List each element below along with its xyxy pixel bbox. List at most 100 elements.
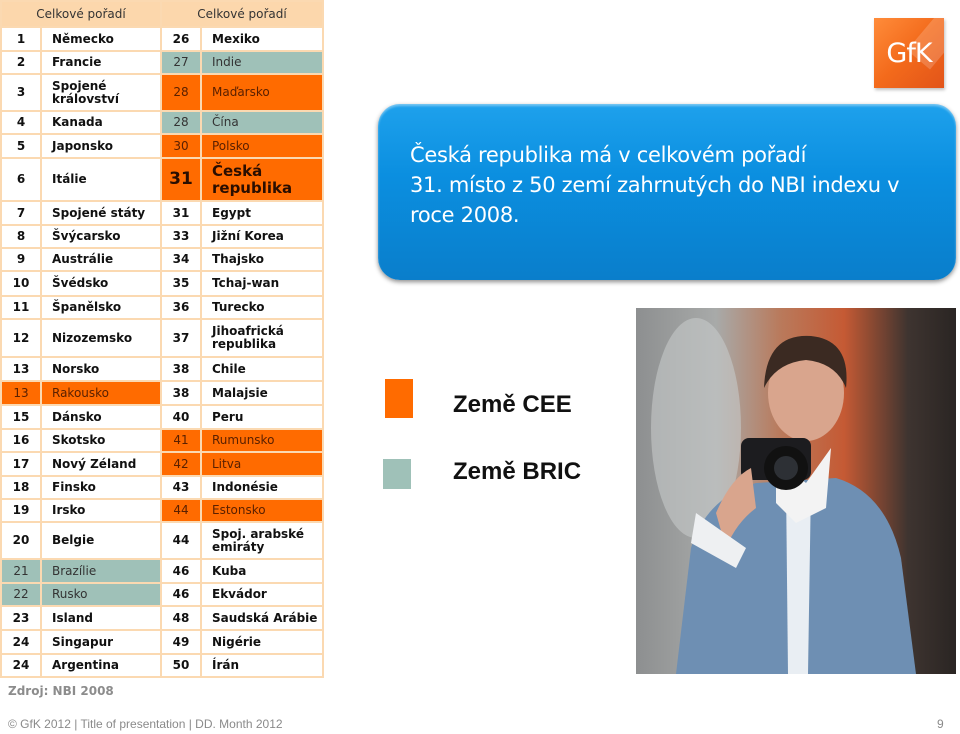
left-rank: 4	[0, 110, 42, 135]
right-country: Kuba	[200, 558, 324, 584]
right-rank: 46	[160, 558, 202, 584]
table-row: 15 Dánsko 40 Peru	[0, 404, 324, 430]
left-rank: 19	[0, 498, 42, 523]
right-rank: 31	[160, 157, 202, 202]
right-rank: 28	[160, 73, 202, 112]
left-country: Rusko	[40, 582, 162, 607]
left-country: Austrálie	[40, 247, 162, 272]
callout-box: Česká republika má v celkovém pořadí 31.…	[378, 104, 956, 280]
left-rank: 11	[0, 295, 42, 320]
gfk-logo-icon: GfK	[874, 18, 944, 88]
table-row: 17 Nový Zéland 42 Litva	[0, 451, 324, 477]
right-country: Indonésie	[200, 475, 324, 500]
right-country: Jihoafrická republika	[200, 318, 324, 358]
source-note: Zdroj: NBI 2008	[8, 684, 114, 698]
table-row: 9 Austrálie 34 Thajsko	[0, 247, 324, 272]
table-row: 4 Kanada 28 Čína	[0, 110, 324, 135]
left-rank: 16	[0, 428, 42, 453]
callout-line-1: Česká republika má v celkovém pořadí	[410, 143, 807, 167]
right-country: Egypt	[200, 200, 324, 226]
table-row: 19 Irsko 44 Estonsko	[0, 498, 324, 523]
right-rank: 44	[160, 521, 202, 560]
right-rank: 40	[160, 404, 202, 430]
table-row: 13 Rakousko 38 Malajsie	[0, 380, 324, 406]
logo-text: GfK	[886, 37, 932, 69]
table-row: 16 Skotsko 41 Rumunsko	[0, 428, 324, 453]
right-country: Polsko	[200, 133, 324, 159]
right-rank: 42	[160, 451, 202, 477]
right-country: Litva	[200, 451, 324, 477]
table-row: 6 Itálie 31 Česká republika	[0, 157, 324, 202]
right-rank: 30	[160, 133, 202, 159]
right-country: Thajsko	[200, 247, 324, 272]
table-row: 2 Francie 27 Indie	[0, 50, 324, 75]
table-row: 8 Švýcarsko 33 Jižní Korea	[0, 224, 324, 249]
left-rank: 15	[0, 404, 42, 430]
table-row: 24 Singapur 49 Nigérie	[0, 629, 324, 655]
right-country: Čína	[200, 110, 324, 135]
left-country: Francie	[40, 50, 162, 75]
left-country: Itálie	[40, 157, 162, 202]
table-row: 22 Rusko 46 Ekvádor	[0, 582, 324, 607]
left-rank: 21	[0, 558, 42, 584]
table-row: 13 Norsko 38 Chile	[0, 356, 324, 382]
right-rank: 44	[160, 498, 202, 523]
right-rank: 50	[160, 653, 202, 678]
page-number: 9	[937, 717, 944, 731]
right-rank: 34	[160, 247, 202, 272]
left-country: Rakousko	[40, 380, 162, 406]
legend-bric-label: Země BRIC	[453, 458, 582, 485]
left-rank: 12	[0, 318, 42, 358]
right-country: Rumunsko	[200, 428, 324, 453]
table-row: 5 Japonsko 30 Polsko	[0, 133, 324, 159]
table-row: 18 Finsko 43 Indonésie	[0, 475, 324, 500]
table-row: 12 Nizozemsko 37 Jihoafrická republika	[0, 318, 324, 358]
table-row: 7 Spojené státy 31 Egypt	[0, 200, 324, 226]
left-rank: 23	[0, 605, 42, 631]
left-country: Německo	[40, 26, 162, 52]
right-rank: 35	[160, 270, 202, 297]
right-rank: 43	[160, 475, 202, 500]
left-rank: 20	[0, 521, 42, 560]
right-country: Maďarsko	[200, 73, 324, 112]
left-rank: 13	[0, 356, 42, 382]
right-country: Malajsie	[200, 380, 324, 406]
right-country: Jižní Korea	[200, 224, 324, 249]
right-rank: 28	[160, 110, 202, 135]
left-rank: 10	[0, 270, 42, 297]
right-country: Česká republika	[200, 157, 324, 202]
legend-cee-swatch	[385, 379, 413, 418]
left-rank: 13	[0, 380, 42, 406]
table-row: 10 Švédsko 35 Tchaj-wan	[0, 270, 324, 297]
right-rank: 26	[160, 26, 202, 52]
left-rank: 2	[0, 50, 42, 75]
left-country: Švýcarsko	[40, 224, 162, 249]
left-country: Španělsko	[40, 295, 162, 320]
legend-bric-swatch	[383, 459, 411, 489]
table-row: 3 Spojené království 28 Maďarsko	[0, 73, 324, 112]
right-rank: 37	[160, 318, 202, 358]
right-country: Ekvádor	[200, 582, 324, 607]
right-country: Estonsko	[200, 498, 324, 523]
right-rank: 31	[160, 200, 202, 226]
right-country: Írán	[200, 653, 324, 678]
left-rank: 7	[0, 200, 42, 226]
left-rank: 9	[0, 247, 42, 272]
left-country: Island	[40, 605, 162, 631]
left-country: Kanada	[40, 110, 162, 135]
right-country: Chile	[200, 356, 324, 382]
table-row: 23 Island 48 Saudská Arábie	[0, 605, 324, 631]
left-rank: 17	[0, 451, 42, 477]
left-rank: 22	[0, 582, 42, 607]
left-rank: 1	[0, 26, 42, 52]
left-country: Japonsko	[40, 133, 162, 159]
right-rank: 41	[160, 428, 202, 453]
right-country: Saudská Arábie	[200, 605, 324, 631]
right-rank: 33	[160, 224, 202, 249]
right-country: Mexiko	[200, 26, 324, 52]
table-row: 1 Německo 26 Mexiko	[0, 26, 324, 52]
table-header-row: Celkové pořadí Celkové pořadí	[0, 0, 324, 28]
left-country: Argentina	[40, 653, 162, 678]
woman-with-camera-photo	[636, 308, 956, 674]
left-country: Norsko	[40, 356, 162, 382]
